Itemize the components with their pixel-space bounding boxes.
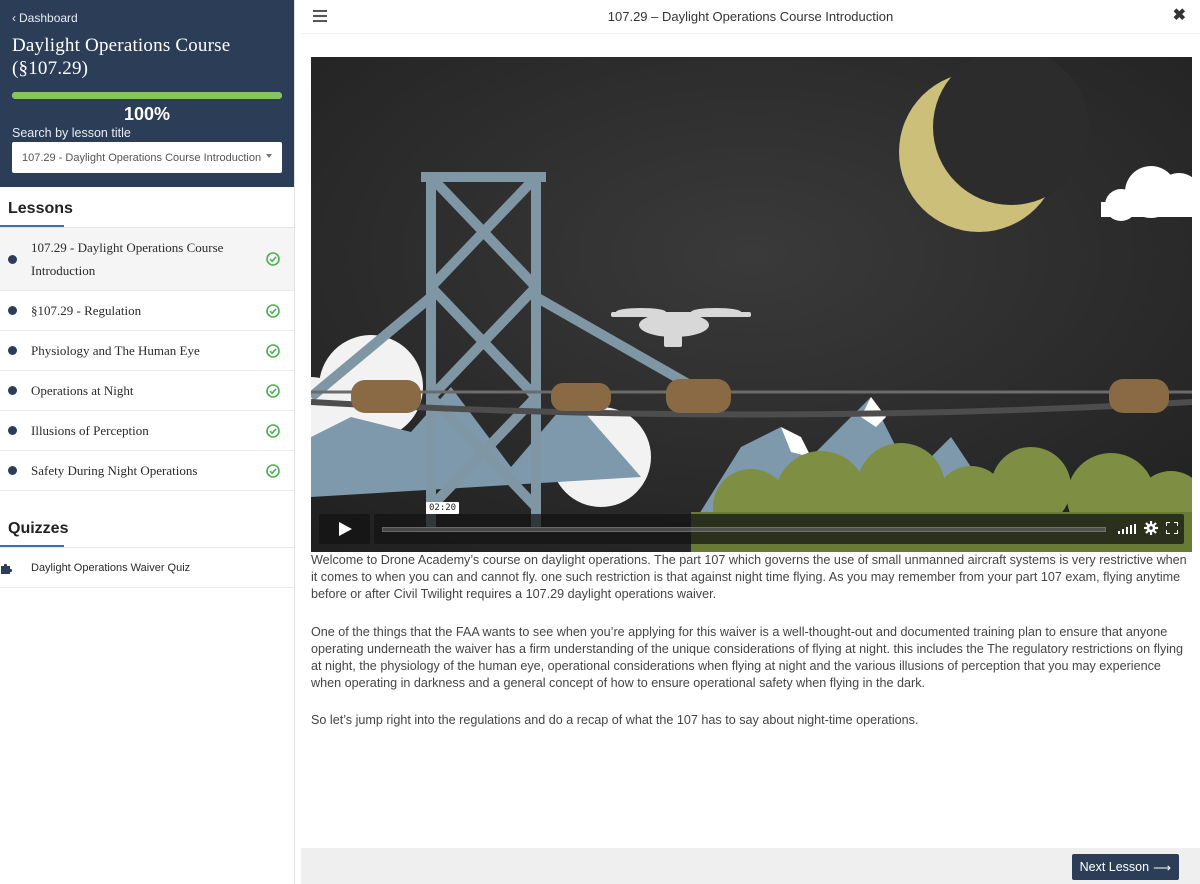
lesson-paragraph: So let’s jump right into the regulations… — [311, 713, 919, 728]
lesson-footer: Next Lesson ⟶ — [301, 848, 1200, 884]
volume-icon[interactable] — [1118, 524, 1136, 534]
bullet-icon — [8, 386, 17, 395]
video-controls: 02:20 — [319, 502, 1184, 544]
lesson-item[interactable]: Operations at Night — [0, 371, 294, 411]
hamburger-icon[interactable] — [313, 10, 327, 22]
lesson-title: 107.29 – Daylight Operations Course Intr… — [607, 9, 894, 24]
lesson-item[interactable]: Illusions of Perception — [0, 411, 294, 451]
next-lesson-label: Next Lesson — [1079, 860, 1150, 874]
lesson-paragraph: One of the things that the FAA wants to … — [311, 624, 1184, 691]
bullet-icon — [8, 426, 17, 435]
close-icon[interactable]: ✖ — [1173, 8, 1186, 24]
lesson-paragraph: Welcome to Drone Academy’s course on day… — [311, 553, 1187, 602]
course-progress-fill — [12, 92, 282, 99]
lesson-search-value: 107.29 - Daylight Operations Course Intr… — [22, 151, 262, 164]
next-lesson-button[interactable]: Next Lesson ⟶ — [1071, 854, 1179, 880]
lesson-search-label: Search by lesson title — [12, 126, 131, 140]
caret-down-icon — [266, 154, 272, 158]
check-circle-icon — [266, 383, 280, 398]
bullet-icon — [8, 306, 17, 315]
video-control-bar: 02:20 — [374, 502, 1184, 544]
lesson-item-label: 107.29 - Daylight Operations Course Intr… — [31, 240, 224, 278]
check-circle-icon — [266, 343, 280, 358]
lesson-search-select[interactable]: 107.29 - Daylight Operations Course Intr… — [12, 142, 282, 173]
bullet-icon — [8, 346, 17, 355]
dashboard-link-label: Dashboard — [19, 11, 78, 25]
lesson-item[interactable]: Physiology and The Human Eye — [0, 331, 294, 371]
sidebar: ‹ Dashboard Daylight Operations Course (… — [0, 0, 295, 884]
quizzes-heading-label: Quizzes — [8, 520, 69, 537]
play-button[interactable] — [319, 514, 370, 544]
lesson-list: 107.29 - Daylight Operations Course Intr… — [0, 228, 294, 491]
quiz-item[interactable]: Daylight Operations Waiver Quiz — [0, 548, 294, 588]
dashboard-link[interactable]: ‹ Dashboard — [12, 10, 282, 26]
check-circle-icon — [266, 463, 280, 478]
lesson-item-label: Physiology and The Human Eye — [31, 343, 200, 358]
course-progress-bar — [12, 92, 282, 99]
lesson-item[interactable]: Safety During Night Operations — [0, 451, 294, 491]
arrow-right-icon: ⟶ — [1153, 860, 1171, 875]
lessons-heading-label: Lessons — [8, 200, 73, 217]
check-circle-icon — [266, 423, 280, 438]
lesson-item[interactable]: 107.29 - Daylight Operations Course Intr… — [0, 228, 294, 291]
puzzle-icon — [1, 563, 13, 574]
lessons-heading-underline — [0, 225, 64, 227]
quizzes-heading-underline — [0, 545, 64, 547]
course-progress-percent: 100% — [123, 104, 171, 124]
lesson-item-label: §107.29 - Regulation — [31, 303, 142, 318]
sidebar-header: ‹ Dashboard Daylight Operations Course (… — [0, 0, 294, 187]
fullscreen-icon[interactable] — [1166, 522, 1178, 534]
main-panel: 107.29 – Daylight Operations Course Intr… — [301, 0, 1200, 884]
course-title: Daylight Operations Course (§107.29) — [12, 35, 231, 79]
play-icon — [339, 522, 352, 536]
quiz-item-label: Daylight Operations Waiver Quiz — [31, 561, 191, 574]
lesson-item-label: Illusions of Perception — [31, 423, 149, 438]
chevron-left-icon: ‹ — [12, 11, 16, 25]
bullet-icon — [8, 466, 17, 475]
video-scrubber[interactable] — [382, 527, 1106, 532]
settings-gear-icon[interactable] — [1144, 521, 1158, 535]
quizzes-heading: Quizzes — [0, 491, 294, 547]
lessons-heading: Lessons — [0, 187, 294, 227]
check-circle-icon — [266, 303, 280, 318]
lesson-item[interactable]: §107.29 - Regulation — [0, 291, 294, 331]
app-root: ‹ Dashboard Daylight Operations Course (… — [0, 0, 1200, 884]
bullet-icon — [8, 254, 17, 264]
video-frame-illustration — [311, 57, 1192, 552]
lesson-item-label: Safety During Night Operations — [31, 463, 198, 478]
check-circle-icon — [266, 252, 280, 266]
lesson-item-label: Operations at Night — [31, 383, 134, 398]
lesson-topbar: 107.29 – Daylight Operations Course Intr… — [301, 0, 1200, 34]
video-player[interactable]: 02:20 — [311, 57, 1192, 552]
video-time: 02:20 — [426, 502, 460, 514]
lesson-content: Welcome to Drone Academy’s course on day… — [311, 552, 1191, 750]
